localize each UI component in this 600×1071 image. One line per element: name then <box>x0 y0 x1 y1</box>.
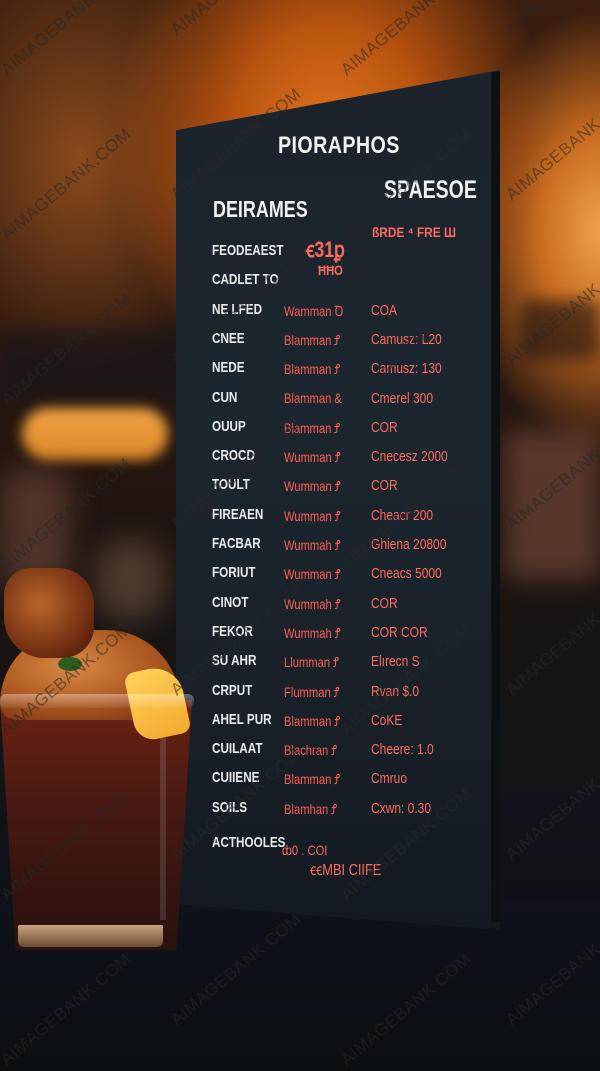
menu-row-name: OUUP <box>212 417 246 435</box>
menu-row: CNEE Blamman Ꝭ Camusz: L20 <box>212 330 492 352</box>
menu-row-name: CUILAAT <box>212 740 263 758</box>
photo-scene: PIORAPHOS DEIRAMES SPAESOE ßRDE ⁴ FRE Ш … <box>0 0 600 1071</box>
menu-row-price: Cheere: 1.0 <box>371 741 434 759</box>
menu-row-desc: Blamman & <box>284 389 342 406</box>
menu-row-desc: Blamman Ꝭ <box>284 712 341 729</box>
background-bokeh <box>95 540 165 620</box>
menu-row-name: FACBAR <box>212 535 261 552</box>
menu-row-price: COR <box>371 418 398 436</box>
watermark-text: AIMAGEBANK.COM <box>502 579 600 700</box>
watermark-text: AIMAGEBANK.COM <box>0 124 135 245</box>
menu-row-price: COA <box>371 301 398 319</box>
background-light <box>22 408 168 460</box>
menu-row-price: Cmruo <box>371 770 408 788</box>
menu-row-desc: Llumman Ꝭ <box>284 654 339 671</box>
menu-row-name: CINOT <box>212 593 249 611</box>
menu-row-desc: Wummah Ꝭ <box>284 624 341 641</box>
menu-row-name: FORIUT <box>212 564 256 582</box>
menu-row-desc: Wumman Ꝭ <box>284 449 341 466</box>
menu-row-name: CRPUT <box>212 681 253 699</box>
menu-row-price: Cneacs 5000 <box>371 565 442 583</box>
menu-row-desc: Wummah Ꝭ <box>284 537 341 553</box>
watermark-text: AIMAGEBANK.COM <box>337 0 475 80</box>
menu-row-price: Cnecesz 2000 <box>371 448 448 466</box>
menu-row-name: AHEL PUR <box>212 710 272 728</box>
glass-base <box>18 925 163 947</box>
menu-row-desc: Blamman Ꝭ <box>284 771 341 788</box>
menu-row: NEDE Blamman Ꝭ Camusz: 130 <box>212 359 492 381</box>
menu-title: PIORAPHOS <box>278 132 400 159</box>
menu-row-name: NEDE <box>212 359 245 377</box>
menu-row: CUILAAT Blachran Ꝭ Cheere: 1.0 <box>212 740 492 762</box>
menu-row-price: Cmerel 300 <box>371 389 434 407</box>
menu-row-price: COR <box>371 594 398 612</box>
menu-row-name: FEODEAEST <box>212 242 284 259</box>
menu-row-desc: Blamman Ꝭ <box>284 331 341 348</box>
menu-footer-row: ACTHOOLES <box>212 834 492 856</box>
menu-row-price: COR COR <box>371 623 428 641</box>
watermark-text: AIMAGEBANK.COM <box>167 0 305 40</box>
watermark-text: AIMAGEBANK.COM <box>0 0 135 80</box>
menu-left-heading: DEIRAMES <box>213 196 308 222</box>
menu-row-desc: Wumman Ꝭ <box>284 478 341 495</box>
menu-footer-line-a: ȸ0 . COI <box>282 842 328 858</box>
menu-special-line: ßRDE ⁴ FRE Ш <box>372 224 456 240</box>
menu-row-desc: Blamhan Ꝭ <box>284 800 337 817</box>
menu-footer-label: ACTHOOLES <box>212 834 286 851</box>
menu-row-desc: Flumman Ꝭ <box>284 683 340 700</box>
menu-row-desc: Blamman Ꝭ <box>284 361 341 378</box>
menu-row-name: CUN <box>212 388 238 406</box>
glass-highlight <box>160 720 166 920</box>
menu-row-price: Cxwn: 0.30 <box>371 799 432 817</box>
menu-row-desc: Wamman Ꝺ <box>284 302 344 319</box>
menu-row: FIREAEN Wumman Ꝭ Cheacr 200 <box>212 506 492 528</box>
menu-row-desc: Wumman Ꝭ <box>284 507 341 524</box>
watermark-text: AIMAGEBANK.COM <box>502 0 600 40</box>
menu-row-price: COR <box>371 477 398 495</box>
menu-row-name: FIREAEN <box>212 505 264 523</box>
menu-row: CRPUT Flumman Ꝭ Rvan $.0 <box>212 682 492 704</box>
menu-row: FEODEAEST <box>212 242 492 264</box>
menu-board-edge <box>491 72 500 922</box>
watermark-text: AIMAGEBANK.COM <box>502 84 600 205</box>
menu-row: OUUP Blamman Ꝭ COR <box>212 418 492 440</box>
watermark-text: AIMAGEBANK.COM <box>502 744 600 865</box>
crunchy-topping <box>4 568 94 658</box>
